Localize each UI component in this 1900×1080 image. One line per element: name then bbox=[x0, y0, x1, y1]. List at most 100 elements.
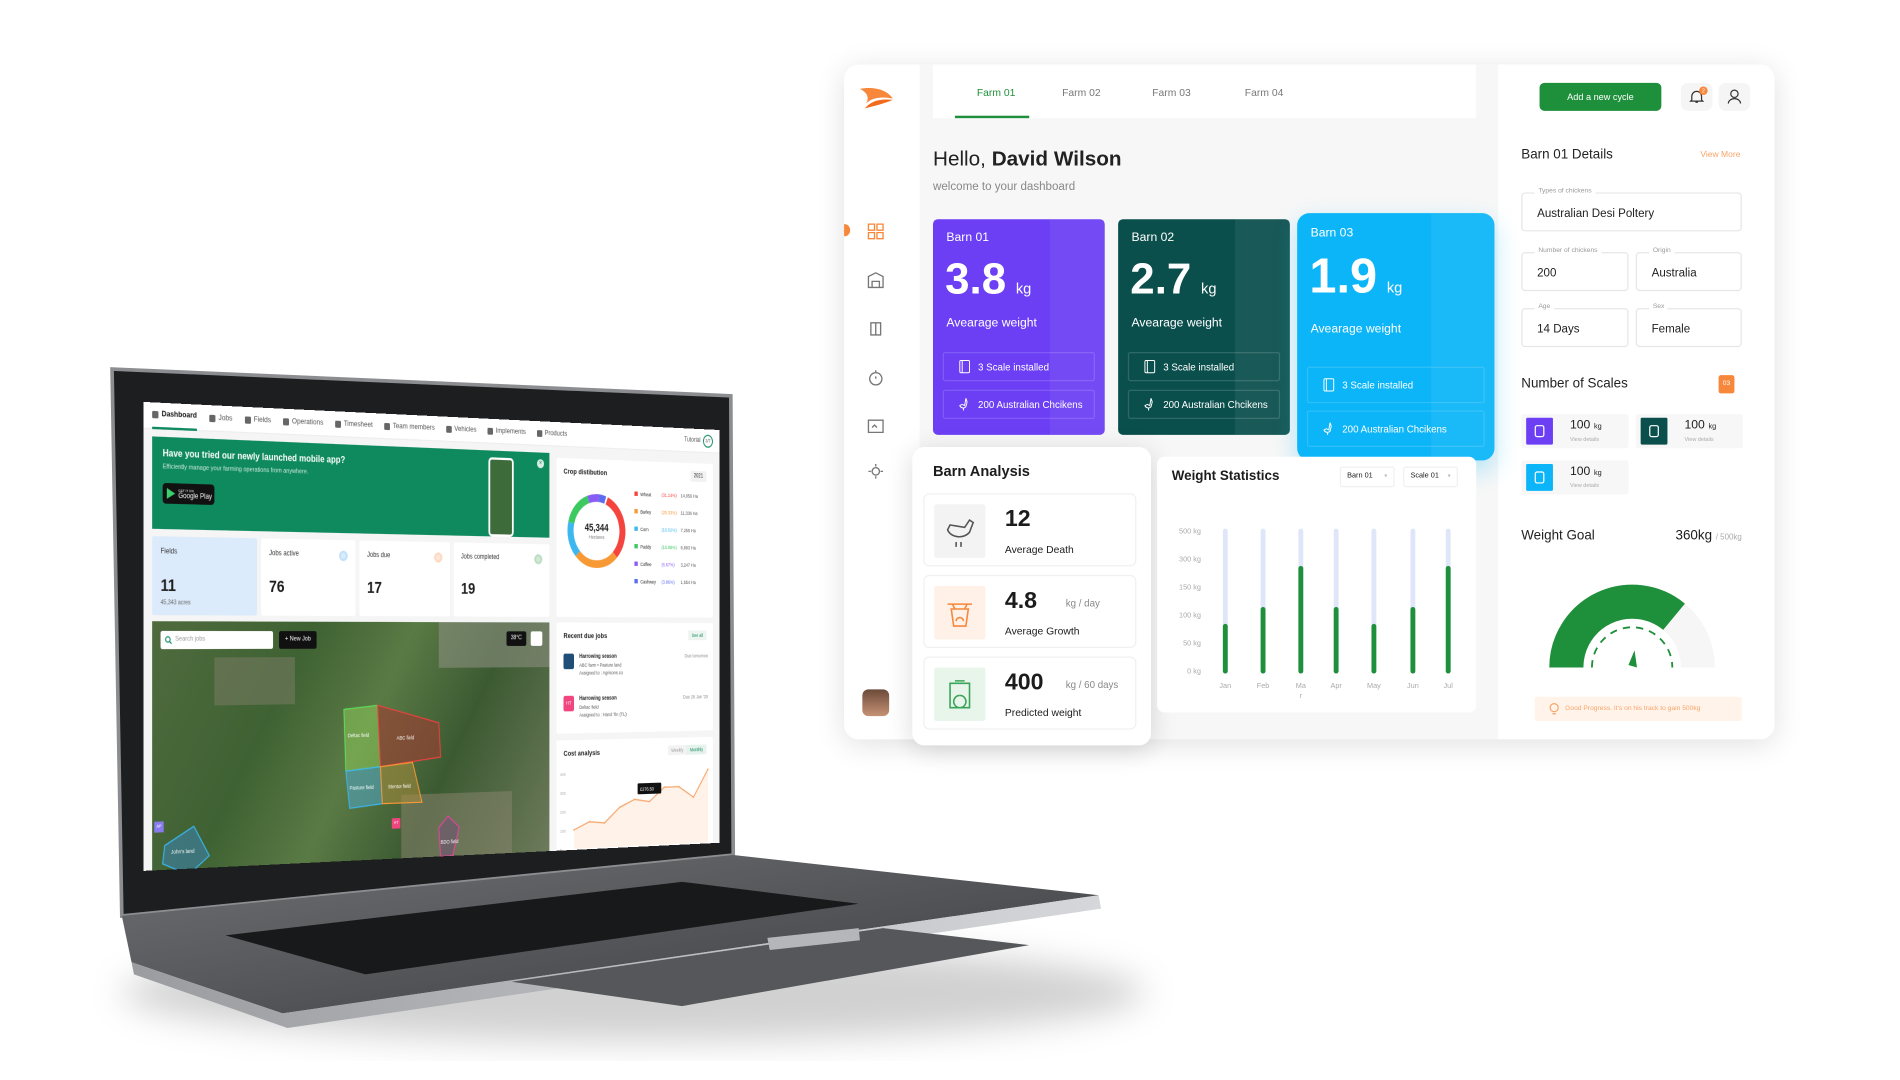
gear-icon bbox=[868, 464, 884, 479]
farm-map[interactable]: Deltac field ABC field Pasture field Ste… bbox=[152, 621, 550, 871]
stat-label: Jobs active bbox=[269, 550, 299, 559]
tab-farm-02[interactable]: Farm 02 bbox=[1062, 86, 1101, 98]
field-number-of-chickens[interactable]: Number of chickens 200 bbox=[1521, 247, 1629, 292]
nav-products[interactable]: Products bbox=[536, 421, 567, 447]
scale-icon bbox=[1323, 378, 1335, 392]
timer-icon bbox=[869, 370, 883, 386]
crop-legend-item: Barley (25.33%) 11,336 Ha bbox=[634, 508, 709, 517]
y-tick-label: 300 kg bbox=[1179, 554, 1201, 563]
barn-scales-row: 3 Scale installed bbox=[1306, 366, 1485, 404]
donut-slice bbox=[571, 499, 588, 523]
weekly-tab[interactable]: Weekly bbox=[668, 745, 687, 755]
map-field-label[interactable]: Deltac field bbox=[348, 732, 369, 738]
monthly-tab[interactable]: Monthly bbox=[686, 744, 707, 755]
see-all-link[interactable]: See all bbox=[688, 630, 707, 641]
barn-card-01[interactable]: Barn 01 3.8 kg Avearage weight 3 Scale insta… bbox=[932, 219, 1105, 435]
analysis-value: 400 bbox=[1004, 669, 1044, 696]
sidebar-item-barns[interactable] bbox=[867, 272, 884, 289]
tab-farm-03[interactable]: Farm 03 bbox=[1152, 86, 1191, 98]
map-field-label[interactable]: John's land bbox=[171, 848, 194, 855]
map-marker[interactable]: AP bbox=[154, 821, 164, 833]
x-tick-label: Jul bbox=[1444, 681, 1454, 690]
crop-distribution-card: Crop distibution 2021 45,344 Hectares Wh… bbox=[556, 457, 713, 618]
sidebar-item-timer[interactable] bbox=[867, 369, 884, 386]
sidebar-item-reports[interactable] bbox=[867, 417, 884, 434]
barn-chickens-row: 200 Australian Chcikens bbox=[942, 389, 1095, 419]
stat-card[interactable]: Fields 11 45,343 acres bbox=[152, 536, 258, 616]
profile-button[interactable] bbox=[1718, 82, 1751, 111]
field-icon bbox=[244, 415, 251, 424]
nav-label: Jobs bbox=[218, 413, 233, 424]
google-play-button[interactable]: GET IT ON Google Play bbox=[162, 482, 215, 505]
add-cycle-button[interactable]: Add a new cycle bbox=[1539, 82, 1662, 111]
field-types-of-chickens[interactable]: Types of chickens Australian Desi Poltery bbox=[1521, 187, 1742, 232]
view-details-link[interactable]: View details bbox=[1570, 436, 1599, 442]
goal-current: 360kg bbox=[1675, 528, 1713, 544]
analysis-unit: kg / day bbox=[1065, 598, 1100, 609]
map-field-label[interactable]: ABC field bbox=[397, 735, 415, 741]
scale-item[interactable]: 100 kg View details bbox=[1635, 414, 1743, 449]
tutorial-progress[interactable]: Tutorial 2/7 bbox=[684, 434, 713, 448]
job-item[interactable]: Harrowing season ABC farm • Pasture land A… bbox=[563, 653, 708, 687]
greeting: Hello, David Wilson bbox=[933, 147, 1122, 171]
field-label: Origin bbox=[1649, 247, 1675, 255]
barn-weight-unit: kg bbox=[1015, 280, 1032, 298]
nav-timesheet[interactable]: Timesheet bbox=[334, 411, 373, 438]
notifications-button[interactable]: 2 bbox=[1680, 82, 1713, 111]
nav-implements[interactable]: Implements bbox=[487, 418, 526, 445]
scale-item[interactable]: 100 kg View details bbox=[1521, 460, 1629, 495]
notification-badge: 2 bbox=[1699, 86, 1708, 96]
nav-dashboard[interactable]: Dashboard bbox=[152, 401, 197, 431]
nav-vehicles[interactable]: Vehicles bbox=[445, 416, 477, 442]
weight-goal-value: 360kg / 500kg bbox=[1676, 529, 1742, 544]
crop-legend-item: Coffee (6.67%) 3,247 Ha bbox=[634, 561, 709, 568]
field-age[interactable]: Age 14 Days bbox=[1521, 303, 1629, 348]
scale-item[interactable]: 100 kg View details bbox=[1521, 414, 1629, 449]
user-avatar[interactable] bbox=[862, 689, 890, 717]
nav-team-members[interactable]: Team members bbox=[384, 413, 435, 441]
stat-card[interactable]: Jobs due 17 bbox=[359, 540, 450, 617]
barn-scales: 3 Scale installed bbox=[978, 361, 1050, 373]
barn-card-02[interactable]: Barn 02 2.7 kg Avearage weight 3 Scale insta… bbox=[1118, 219, 1290, 435]
crop-name: Corn bbox=[640, 526, 649, 533]
map-marker[interactable]: HT bbox=[391, 818, 401, 829]
nav-label: Timesheet bbox=[343, 419, 373, 430]
stat-card[interactable]: Jobs completed 19 bbox=[453, 542, 550, 617]
view-details-link[interactable]: View details bbox=[1570, 482, 1599, 488]
field-sex[interactable]: Sex Female bbox=[1635, 303, 1742, 348]
y-tick-label: 150 kg bbox=[1179, 583, 1201, 592]
fullscreen-icon[interactable] bbox=[530, 631, 543, 646]
weight-statistics-card: Weight Statistics Barn 01 Scale 01 0 kg5… bbox=[1157, 456, 1477, 713]
tab-farm-01[interactable]: Farm 01 bbox=[977, 86, 1016, 98]
barn-chickens: 200 Australian Chcikens bbox=[1163, 398, 1268, 410]
sidebar-item-scales[interactable] bbox=[867, 320, 884, 337]
map-field-label[interactable]: BDO field bbox=[441, 838, 459, 845]
sidebar-item-settings[interactable] bbox=[867, 463, 884, 480]
view-details-link[interactable]: View details bbox=[1684, 436, 1713, 442]
field-label: Number of chickens bbox=[1534, 247, 1602, 255]
nav-jobs[interactable]: Jobs bbox=[209, 405, 232, 432]
nav-fields[interactable]: Fields bbox=[244, 406, 271, 433]
search-placeholder: Search jobs bbox=[175, 635, 206, 644]
stat-card[interactable]: Jobs active 76 bbox=[261, 538, 356, 617]
tab-farm-04[interactable]: Farm 04 bbox=[1245, 86, 1284, 98]
stat-label: Jobs due bbox=[367, 552, 391, 560]
year-select[interactable]: 2021 bbox=[690, 470, 707, 483]
crop-legend-item: Cashwey (3.86%) 1,554 Ha bbox=[634, 578, 709, 585]
analysis-label: Predicted weight bbox=[1004, 706, 1082, 719]
search-jobs-input[interactable]: Search jobs bbox=[160, 630, 274, 650]
y-tick-label: 50 kg bbox=[1183, 639, 1201, 648]
report-icon bbox=[867, 419, 884, 434]
close-icon[interactable]: × bbox=[536, 459, 545, 469]
new-job-button[interactable]: + New Job bbox=[279, 631, 317, 649]
field-origin[interactable]: Origin Australia bbox=[1635, 247, 1742, 292]
map-field-label[interactable]: Pasture field bbox=[350, 784, 374, 791]
barn-card-03[interactable]: Barn 03 1.9 kg Avearage weight 3 Scale insta… bbox=[1297, 213, 1495, 461]
crop-pct: (31.14%) bbox=[661, 492, 677, 499]
nav-operations[interactable]: Operations bbox=[283, 408, 323, 436]
donut-slice bbox=[599, 498, 605, 500]
map-field-label[interactable]: Stentor field bbox=[388, 783, 411, 790]
job-item[interactable]: HT Harrowing season Deltac field Assigned t… bbox=[563, 694, 708, 729]
view-more-link[interactable]: View More bbox=[1700, 151, 1740, 160]
sidebar-item-dashboard[interactable] bbox=[867, 223, 884, 240]
